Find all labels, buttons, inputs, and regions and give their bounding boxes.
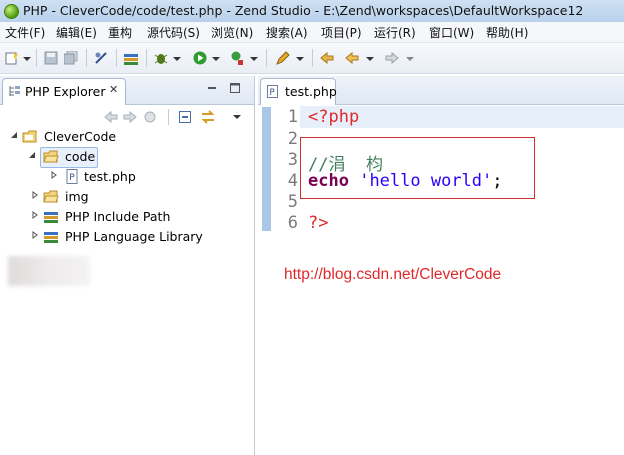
tab-test-php-label: test.php <box>285 84 337 99</box>
toolbar-separator <box>312 49 313 67</box>
line-number: 3 <box>287 150 298 170</box>
open-folder-icon <box>43 150 59 163</box>
tab-php-explorer[interactable]: PHP Explorer ✕ <box>2 78 126 105</box>
external-tools-icon[interactable] <box>230 51 244 65</box>
back-dropdown-icon[interactable] <box>366 55 374 63</box>
menu-bar: 文件(F) 编辑(E) 重构 源代码(S) 浏览(N) 搜索(A) 项目(P) … <box>0 22 624 43</box>
tree-node-php-language-library[interactable]: PHP Language Library <box>31 228 231 246</box>
toolbar-separator <box>266 49 267 67</box>
menu-run[interactable]: 运行(R) <box>374 24 416 41</box>
tree-label-php-include-path: PHP Include Path <box>65 209 171 224</box>
highlight-box <box>300 137 535 199</box>
toolbar-separator <box>116 49 117 67</box>
window-title: PHP - CleverCode/code/test.php - Zend St… <box>23 3 584 18</box>
php-file-icon: P <box>267 85 278 98</box>
tree-label-code: code <box>65 149 96 164</box>
tree-node-php-include-path[interactable]: PHP Include Path <box>31 208 211 226</box>
menu-file[interactable]: 文件(F) <box>5 24 45 41</box>
maximize-icon[interactable] <box>229 82 241 94</box>
collapse-all-icon[interactable] <box>178 108 192 126</box>
expanded-arrow-icon[interactable] <box>10 131 18 139</box>
menu-edit[interactable]: 编辑(E) <box>56 24 97 41</box>
library-icon <box>44 232 58 243</box>
external-tools-dropdown-icon[interactable] <box>250 55 258 63</box>
blurred-area <box>8 256 90 286</box>
toolbar-separator <box>36 49 37 67</box>
toolbar-separator <box>146 49 147 67</box>
view-menu-icon[interactable] <box>232 108 242 126</box>
tab-php-explorer-label: PHP Explorer <box>25 84 106 99</box>
menu-search[interactable]: 搜索(A) <box>266 24 308 41</box>
save-all-icon[interactable] <box>64 51 78 65</box>
php-explorer-icon <box>9 86 20 96</box>
last-edit-icon[interactable] <box>320 51 334 65</box>
tree-label-img: img <box>65 189 89 204</box>
library-icon <box>44 212 58 223</box>
line-number: 2 <box>287 129 298 149</box>
php-project-folder-icon <box>22 130 37 143</box>
collapsed-arrow-icon[interactable] <box>31 231 39 239</box>
code-line-1[interactable]: <?php <box>308 107 359 127</box>
debug-tool-icon[interactable] <box>94 51 108 65</box>
tree-label-clevercode: CleverCode <box>44 129 117 144</box>
php-explorer-tabbar: PHP Explorer ✕ <box>0 76 254 105</box>
forward-dropdown-icon[interactable] <box>406 55 414 63</box>
debug-icon[interactable] <box>154 51 168 65</box>
menu-window[interactable]: 窗口(W) <box>429 24 474 41</box>
editor-panel: P test.php 1 2 3 4 5 6 <?php //涓 枃 echo … <box>258 76 624 455</box>
menu-refactor[interactable]: 重构 <box>108 24 132 41</box>
collapsed-arrow-icon[interactable] <box>31 211 39 219</box>
up-nav-icon[interactable] <box>143 108 157 126</box>
forward-icon[interactable] <box>385 51 399 65</box>
tree-label-test-php: test.php <box>84 169 136 184</box>
tree-node-code[interactable]: code <box>28 147 148 168</box>
menu-navigate[interactable]: 浏览(N) <box>211 24 253 41</box>
code-line-6[interactable]: ?> <box>308 213 328 233</box>
close-icon[interactable]: ✕ <box>109 83 118 96</box>
line-number: 6 <box>287 213 298 233</box>
run-icon[interactable] <box>193 51 207 65</box>
tab-test-php[interactable]: P test.php <box>260 78 337 105</box>
save-icon[interactable] <box>44 51 58 65</box>
svg-text:P: P <box>270 88 275 98</box>
new-dropdown-icon[interactable] <box>23 55 31 63</box>
explorer-toolbar-separator <box>168 109 169 125</box>
debug-dropdown-icon[interactable] <box>173 55 181 63</box>
menu-project[interactable]: 项目(P) <box>321 24 362 41</box>
zend-studio-app-icon <box>4 4 19 19</box>
link-with-editor-icon[interactable] <box>200 108 216 126</box>
pencil-icon[interactable] <box>276 51 290 65</box>
tree-label-php-language-library: PHP Language Library <box>65 229 203 244</box>
collapsed-arrow-icon[interactable] <box>31 191 39 199</box>
toolbar-separator <box>86 49 87 67</box>
line-number: 5 <box>287 192 298 212</box>
change-ruler <box>262 107 271 231</box>
tree-node-test-php[interactable]: P test.php <box>50 168 170 186</box>
line-number: 4 <box>287 171 298 191</box>
php-explorer-panel: PHP Explorer ✕ CleverCode code P test.ph… <box>0 76 255 455</box>
title-bar: PHP - CleverCode/code/test.php - Zend St… <box>0 0 624 23</box>
svg-text:P: P <box>69 173 75 183</box>
back-icon[interactable] <box>345 51 359 65</box>
tree-node-img[interactable]: img <box>31 188 151 206</box>
tree-node-clevercode[interactable]: CleverCode <box>10 128 160 146</box>
folder-icon <box>43 190 59 203</box>
minimize-icon[interactable] <box>206 82 218 94</box>
editor-tabbar: P test.php <box>258 76 624 105</box>
line-number: 1 <box>287 107 298 127</box>
php-file-icon: P <box>66 169 78 184</box>
menu-source[interactable]: 源代码(S) <box>147 24 200 41</box>
back-nav-icon[interactable] <box>104 108 118 126</box>
watermark-url: http://blog.csdn.net/CleverCode <box>284 266 502 283</box>
forward-nav-icon[interactable] <box>123 108 137 126</box>
pencil-dropdown-icon[interactable] <box>296 55 304 63</box>
collapsed-arrow-icon[interactable] <box>50 171 58 179</box>
expanded-arrow-icon[interactable] <box>28 151 36 159</box>
new-icon[interactable] <box>5 51 19 65</box>
run-dropdown-icon[interactable] <box>212 55 220 63</box>
main-toolbar <box>0 43 624 74</box>
menu-help[interactable]: 帮助(H) <box>486 24 528 41</box>
php-library-icon[interactable] <box>124 51 138 65</box>
